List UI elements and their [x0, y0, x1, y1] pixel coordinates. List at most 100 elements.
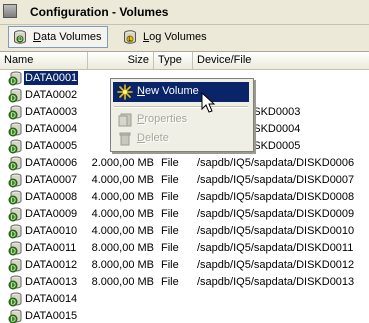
- volume-type: File: [161, 225, 179, 237]
- data-volume-icon: D: [7, 190, 23, 205]
- volume-device: /sapdb/IQ5/sapdata/DISKD0009: [197, 208, 355, 220]
- data-volume-icon: D: [7, 139, 23, 154]
- volume-device: /sapdb/IQ5/sapdata/DISKD0006: [197, 157, 355, 169]
- svg-text:D: D: [11, 130, 16, 137]
- svg-text:D: D: [11, 181, 16, 188]
- tab-label: Data Volumes: [33, 31, 102, 43]
- svg-text:D: D: [18, 37, 23, 43]
- data-volume-icon: D: [7, 173, 23, 188]
- volume-name: DATA0013: [25, 276, 78, 288]
- volume-size: 8.000,00 MB: [91, 276, 154, 288]
- volume-name: DATA0014: [25, 293, 78, 305]
- column-header-name[interactable]: Name: [0, 52, 88, 69]
- volume-size: 4.000,00 MB: [91, 174, 154, 186]
- volume-type: File: [161, 191, 179, 203]
- volume-size: 4.000,00 MB: [91, 208, 154, 220]
- volume-size: [88, 309, 154, 323]
- volume-name: DATA0010: [25, 225, 78, 237]
- column-header-type[interactable]: Type: [154, 52, 193, 69]
- svg-text:D: D: [11, 113, 16, 120]
- volume-size: [88, 292, 154, 306]
- volume-device: /sapdb/IQ5/sapdata/DISKD0012: [197, 259, 355, 271]
- volume-name: DATA0009: [25, 208, 78, 220]
- tab-data-volumes[interactable]: D Data Volumes: [8, 26, 108, 48]
- volume-name: DATA0012: [25, 259, 78, 271]
- data-volume-icon: D: [14, 30, 26, 44]
- volume-size: 8.000,00 MB: [91, 259, 154, 271]
- menu-item-delete[interactable]: Delete: [113, 129, 249, 149]
- table-row[interactable]: D DATA0012 8.000,00 MB File/sapdb/IQ5/sapda…: [0, 257, 369, 274]
- volume-name: DATA0004: [25, 123, 78, 135]
- table-row[interactable]: D DATA0015: [0, 308, 369, 323]
- volume-type: File: [161, 157, 179, 169]
- trash-icon: [119, 132, 131, 146]
- volume-device: /sapdb/IQ5/sapdata/DISKD0008: [197, 191, 355, 203]
- svg-text:D: D: [11, 232, 16, 239]
- table-row[interactable]: D DATA0009 4.000,00 MB File/sapdb/IQ5/sapda…: [0, 206, 369, 223]
- data-volume-icon: D: [7, 105, 23, 120]
- svg-text:D: D: [11, 300, 16, 307]
- table-row[interactable]: D DATA0010 4.000,00 MB File/sapdb/IQ5/sapda…: [0, 223, 369, 240]
- sparkle-icon: [117, 84, 133, 100]
- volume-size: 4.000,00 MB: [91, 191, 154, 203]
- volume-name: DATA0015: [25, 310, 78, 322]
- data-volume-icon: D: [7, 122, 23, 137]
- svg-text:D: D: [11, 317, 16, 323]
- tab-label: Log Volumes: [143, 31, 207, 43]
- menu-item-properties[interactable]: Properties: [113, 110, 249, 130]
- volume-name: DATA0002: [25, 89, 78, 101]
- list-header: Name Size Type Device/File: [0, 52, 369, 70]
- mouse-cursor-icon: [201, 92, 216, 113]
- menu-item-new-volume[interactable]: New Volume: [113, 82, 249, 102]
- svg-text:D: D: [11, 147, 16, 154]
- volume-size: 8.000,00 MB: [91, 242, 154, 254]
- data-volume-icon: D: [7, 71, 23, 86]
- table-row[interactable]: D DATA0007 4.000,00 MB File/sapdb/IQ5/sapda…: [0, 172, 369, 189]
- volume-name: DATA0006: [25, 157, 78, 169]
- data-volume-icon: D: [7, 275, 23, 290]
- tab-bar: D Data Volumes L Log Volumes: [0, 25, 369, 50]
- log-volume-icon: L: [124, 30, 136, 44]
- window-title: Configuration - Volumes: [30, 5, 169, 19]
- data-volume-icon: D: [7, 309, 23, 323]
- column-header-size[interactable]: Size: [88, 52, 154, 69]
- volume-type: File: [161, 174, 179, 186]
- data-volume-icon: D: [7, 241, 23, 256]
- column-header-device[interactable]: Device/File: [193, 52, 369, 69]
- volume-device: /sapdb/IQ5/sapdata/DISKD0013: [197, 276, 355, 288]
- table-row[interactable]: D DATA0008 4.000,00 MB File/sapdb/IQ5/sapda…: [0, 189, 369, 206]
- table-row[interactable]: D DATA0013 8.000,00 MB File/sapdb/IQ5/sapda…: [0, 274, 369, 291]
- table-row[interactable]: D DATA0011 8.000,00 MB File/sapdb/IQ5/sapda…: [0, 240, 369, 257]
- svg-text:D: D: [11, 215, 16, 222]
- volume-device: /sapdb/IQ5/sapdata/DISKD0007: [197, 174, 355, 186]
- table-row[interactable]: D DATA0006 2.000,00 MB File/sapdb/IQ5/sapda…: [0, 155, 369, 172]
- volume-type: File: [161, 276, 179, 288]
- volume-device: /sapdb/IQ5/sapdata/DISKD0011: [197, 242, 354, 254]
- volume-name: DATA0008: [25, 191, 78, 203]
- svg-text:D: D: [11, 198, 16, 205]
- title-bar: Configuration - Volumes: [0, 0, 369, 25]
- context-menu: New Volume Properties Delete: [110, 78, 254, 152]
- menu-item-label: New Volume: [137, 85, 199, 97]
- data-volume-icon: D: [7, 88, 23, 103]
- properties-icon: [118, 113, 132, 127]
- volume-name: DATA0003: [25, 106, 78, 118]
- data-volume-icon: D: [7, 292, 23, 307]
- data-volume-icon: D: [7, 224, 23, 239]
- table-row[interactable]: D DATA0014: [0, 291, 369, 308]
- menu-separator: [114, 106, 248, 108]
- svg-text:D: D: [11, 79, 16, 86]
- volume-type: File: [161, 242, 179, 254]
- volume-name: DATA0005: [25, 140, 78, 152]
- svg-text:D: D: [11, 283, 16, 290]
- volume-type: File: [161, 208, 179, 220]
- volume-name: DATA0001: [24, 71, 79, 85]
- svg-text:D: D: [11, 164, 16, 171]
- tab-log-volumes[interactable]: L Log Volumes: [118, 26, 214, 48]
- volume-name: DATA0007: [25, 174, 78, 186]
- data-volume-icon: D: [7, 207, 23, 222]
- svg-text:D: D: [11, 266, 16, 273]
- window-icon: [3, 4, 17, 18]
- volume-size: 2.000,00 MB: [91, 157, 154, 169]
- data-volume-icon: D: [7, 258, 23, 273]
